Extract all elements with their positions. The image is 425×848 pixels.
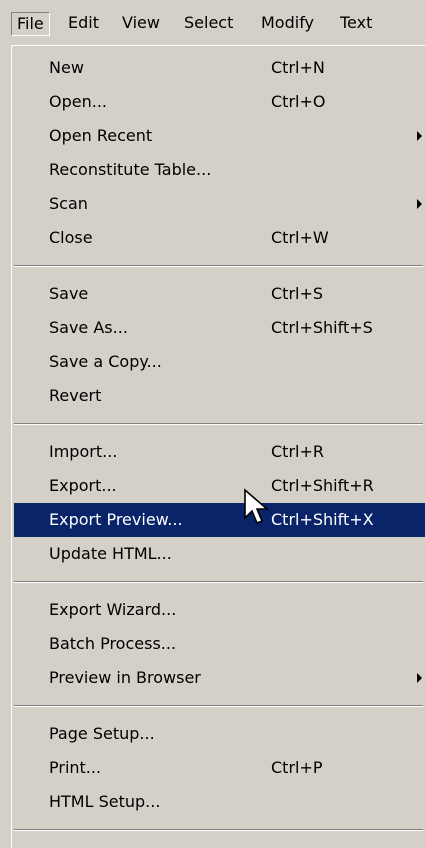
menu-separator [14,829,423,831]
menu-item-update-html[interactable]: Update HTML... [14,537,425,571]
menu-item-shortcut: Ctrl+O [271,92,326,111]
menu-item-label: Close [49,228,93,247]
menu-item-shortcut: Ctrl+N [271,58,325,77]
menu-item-export-wizard[interactable]: Export Wizard... [14,593,425,627]
menu-item-shortcut: Ctrl+R [271,442,324,461]
file-menu-dropdown: New Ctrl+N Open... Ctrl+O Open Recent Reconst… [11,45,425,848]
menu-item-label: Revert [49,386,102,405]
menu-item-label: Batch Process... [49,634,177,653]
menu-item-export[interactable]: Export... Ctrl+Shift+R [14,469,425,503]
menu-item-label: Reconstitute Table... [49,160,212,179]
menu-item-label: Save [49,284,89,303]
menu-item-new[interactable]: New Ctrl+N [14,51,425,85]
menu-bar: File Edit View Select Modify Text [0,0,425,45]
menu-item-label: Open Recent [49,126,153,145]
menu-item-revert[interactable]: Revert [14,379,425,413]
menu-item-open-recent[interactable]: Open Recent [14,119,425,153]
submenu-arrow-icon [417,673,422,683]
menu-item-scan[interactable]: Scan [14,187,425,221]
menu-item-label: Page Setup... [49,724,155,743]
menu-item-label: Export Wizard... [49,600,177,619]
menu-separator [14,265,423,267]
menu-item-label: Open... [49,92,107,111]
menu-item-label: Exit [49,841,79,848]
menu-select[interactable]: Select [179,12,238,34]
menu-item-shortcut: Ctrl+Q [271,841,325,848]
menu-item-close[interactable]: Close Ctrl+W [14,221,425,255]
menu-item-batch-process[interactable]: Batch Process... [14,627,425,661]
menu-item-save-as[interactable]: Save As... Ctrl+Shift+S [14,311,425,345]
menu-item-label: HTML Setup... [49,792,161,811]
menu-item-shortcut: Ctrl+S [271,284,324,303]
menu-item-label: Save As... [49,318,128,337]
menu-file[interactable]: File [11,12,50,36]
menu-separator [14,423,423,425]
menu-item-shortcut: Ctrl+W [271,228,329,247]
menu-item-exit[interactable]: Exit Ctrl+Q [14,841,425,848]
menu-item-save[interactable]: Save Ctrl+S [14,277,425,311]
menu-item-label: Save a Copy... [49,352,162,371]
menu-item-label: Scan [49,194,88,213]
submenu-arrow-icon [417,131,422,141]
menu-item-print[interactable]: Print... Ctrl+P [14,751,425,785]
menu-item-label: Print... [49,758,102,777]
menu-item-label: Preview in Browser [49,668,201,687]
menu-item-shortcut: Ctrl+Shift+S [271,318,373,337]
menu-item-label: Update HTML... [49,544,172,563]
menu-item-open[interactable]: Open... Ctrl+O [14,85,425,119]
menu-item-page-setup[interactable]: Page Setup... [14,717,425,751]
menu-separator [14,581,423,583]
menu-item-label: Export Preview... [49,510,183,529]
submenu-arrow-icon [417,199,422,209]
menu-item-label: Export... [49,476,117,495]
menu-item-shortcut: Ctrl+Shift+R [271,476,374,495]
app-window: File Edit View Select Modify Text New Ctr… [0,0,425,848]
menu-item-reconstitute-table[interactable]: Reconstitute Table... [14,153,425,187]
menu-separator [14,705,423,707]
menu-item-import[interactable]: Import... Ctrl+R [14,435,425,469]
menu-item-shortcut: Ctrl+P [271,758,323,777]
menu-text[interactable]: Text [335,12,377,34]
menu-item-save-a-copy[interactable]: Save a Copy... [14,345,425,379]
arrow-cursor-icon [244,488,270,525]
menu-view[interactable]: View [117,12,165,34]
menu-item-label: New [49,58,84,77]
menu-item-html-setup[interactable]: HTML Setup... [14,785,425,819]
menu-item-preview-in-browser[interactable]: Preview in Browser [14,661,425,695]
menu-modify[interactable]: Modify [256,12,319,34]
menu-edit[interactable]: Edit [63,12,104,34]
menu-item-export-preview[interactable]: Export Preview... Ctrl+Shift+X [14,503,425,537]
menu-item-label: Import... [49,442,118,461]
menu-item-shortcut: Ctrl+Shift+X [271,510,374,529]
